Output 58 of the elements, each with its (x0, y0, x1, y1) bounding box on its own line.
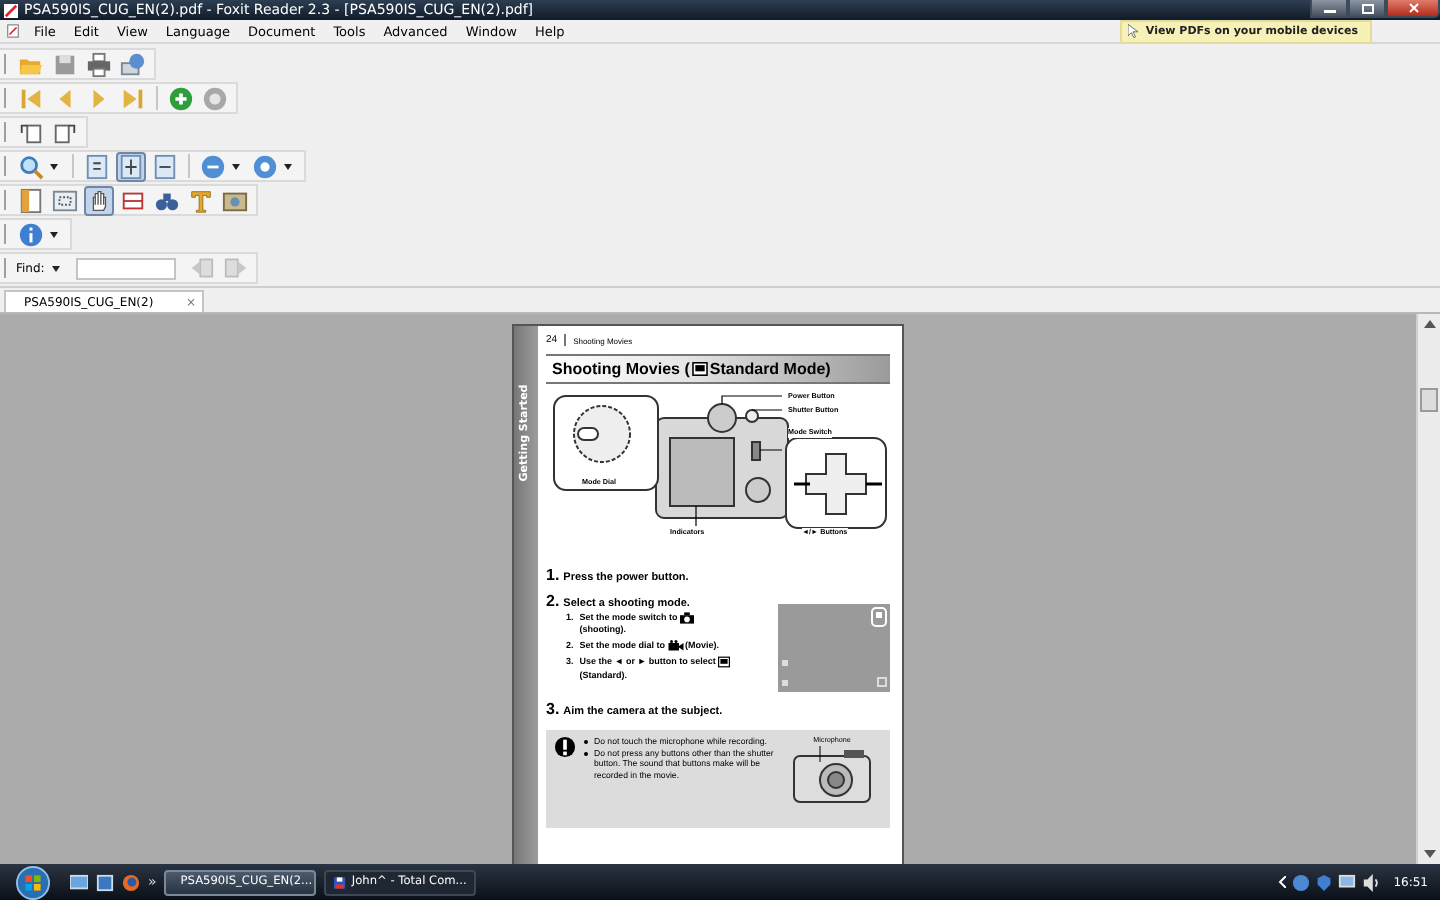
restore-button[interactable] (1348, 0, 1386, 18)
chevron-icon[interactable] (1277, 876, 1286, 888)
cursor-icon (1127, 24, 1138, 38)
minimize-button[interactable] (1310, 0, 1348, 18)
heading-text: Shooting Movies ( (552, 360, 690, 378)
camera-icon (679, 612, 694, 624)
caret-icon[interactable] (232, 163, 240, 169)
vertical-scrollbar[interactable] (1416, 314, 1440, 864)
shield-icon[interactable] (1315, 873, 1332, 891)
scroll-down-icon[interactable] (1423, 850, 1435, 858)
windows-icon[interactable] (96, 873, 114, 891)
page-button[interactable] (16, 185, 46, 215)
caution-icon (554, 736, 576, 758)
close-button[interactable] (1386, 0, 1440, 18)
restore-icon (1359, 2, 1375, 14)
find-field[interactable] (76, 257, 177, 279)
page-button[interactable] (82, 151, 112, 181)
document-icon (6, 24, 20, 38)
monitor-icon[interactable] (1337, 873, 1356, 891)
hand-button[interactable] (84, 185, 114, 215)
caret-icon[interactable] (284, 163, 292, 169)
screen-icon (691, 362, 708, 376)
info-button[interactable] (16, 219, 46, 249)
start-button[interactable] (16, 865, 50, 899)
scroll-up-icon[interactable] (1423, 320, 1435, 328)
movie-camera-icon (667, 640, 684, 653)
fit-page-icon (118, 153, 144, 179)
zoom-icon (18, 153, 44, 179)
fit-width-button[interactable] (150, 151, 180, 181)
zoom-button[interactable] (16, 151, 46, 181)
last-page-icon (120, 85, 146, 111)
screen-icon (717, 656, 730, 669)
heading-text: Standard Mode) (709, 360, 831, 378)
fit-page-button[interactable] (116, 151, 146, 181)
camera-drawing (792, 744, 872, 804)
printer-button[interactable] (84, 49, 114, 79)
browser-icon[interactable] (122, 873, 140, 891)
text-icon (188, 187, 214, 213)
plus-circle-button[interactable] (166, 83, 196, 113)
page-icon (84, 153, 110, 179)
close-icon (1405, 2, 1421, 14)
snapshot-button[interactable] (50, 185, 80, 215)
app-icon (4, 3, 18, 17)
speaker-icon[interactable] (1361, 873, 1380, 891)
step-number: 1. (546, 566, 560, 584)
desktop-icon[interactable] (70, 873, 88, 891)
lcd-screen-drawing (778, 604, 890, 692)
network-icon[interactable] (1291, 873, 1310, 891)
caret-icon[interactable] (50, 163, 58, 169)
step-number: 2. (546, 592, 560, 610)
caret-icon[interactable] (50, 231, 58, 237)
globe-button[interactable] (118, 49, 148, 79)
scroll-thumb[interactable] (1420, 388, 1438, 412)
step-number: 3. (546, 700, 560, 718)
caret-icon[interactable] (52, 265, 61, 271)
first-page-icon (18, 85, 44, 111)
fit-width-icon (152, 153, 178, 179)
image-icon (222, 187, 248, 213)
